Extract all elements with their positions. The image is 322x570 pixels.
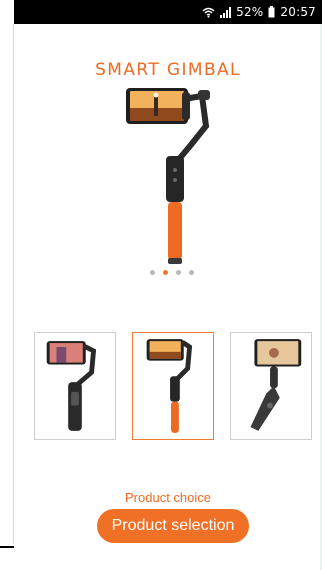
battery-percent: 52%: [236, 5, 264, 19]
battery-icon: [268, 6, 275, 18]
clock: 20:57: [280, 5, 316, 19]
product-choice-label: Product choice: [125, 490, 211, 505]
left-frame-line: [13, 24, 14, 544]
thumbnail-gimbal-orange[interactable]: [132, 332, 214, 440]
thumbnail-gimbal-folding[interactable]: [230, 332, 312, 440]
product-selection-button[interactable]: Product selection: [97, 509, 249, 543]
wifi-icon: [202, 7, 215, 18]
gimbal-hero-image[interactable]: [110, 86, 220, 266]
signal-icon: [220, 6, 232, 18]
left-frame: [0, 0, 14, 570]
product-thumbnails: [34, 332, 312, 442]
carousel-dot-active[interactable]: [163, 270, 168, 275]
hero-title: SMART GIMBAL: [95, 60, 241, 80]
edge-marker: [0, 546, 14, 548]
carousel-indicator: [150, 270, 194, 275]
carousel-dot[interactable]: [176, 270, 181, 275]
status-bar: 52% 20:57: [14, 0, 322, 24]
carousel-dot[interactable]: [150, 270, 155, 275]
carousel-dot[interactable]: [189, 270, 194, 275]
thumbnail-gimbal-black[interactable]: [34, 332, 116, 440]
